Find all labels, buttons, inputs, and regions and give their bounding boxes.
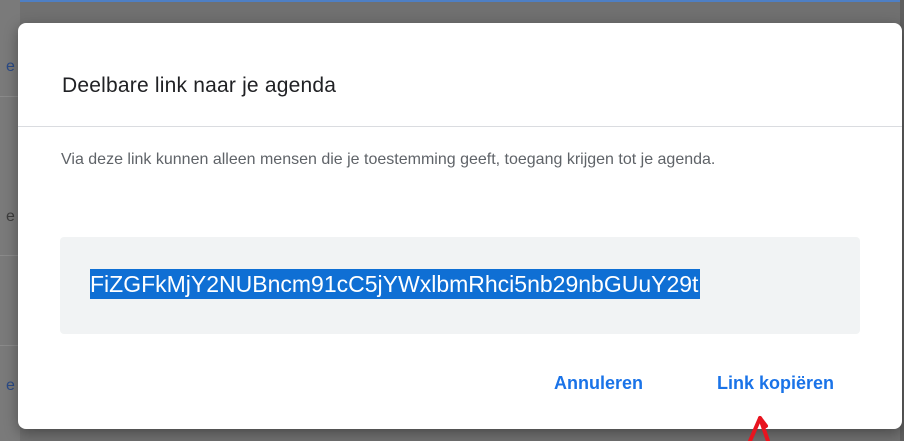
dialog-description: Via deze link kunnen alleen mensen die j…	[61, 151, 716, 168]
link-field[interactable]: FiZGFkMjY2NUBncm91cC5jYWxlbmRhci5nb29nbG…	[60, 237, 860, 334]
window-top-border	[0, 0, 904, 2]
dialog-divider	[18, 126, 902, 127]
cancel-button[interactable]: Annuleren	[548, 369, 649, 398]
background-divider	[0, 255, 20, 256]
dialog-title: Deelbare link naar je agenda	[62, 74, 337, 97]
background-divider	[0, 345, 20, 346]
background-text-fragment: e	[6, 58, 15, 75]
share-link-dialog: Deelbare link naar je agenda Via deze li…	[18, 23, 902, 429]
background-divider	[0, 96, 20, 97]
red-arrow-annotation-icon	[748, 416, 770, 441]
background-text-fragment: e	[6, 208, 15, 225]
background-text-fragment: e	[6, 377, 15, 394]
link-value-selected[interactable]: FiZGFkMjY2NUBncm91cC5jYWxlbmRhci5nb29nbG…	[90, 269, 701, 299]
copy-link-button[interactable]: Link kopiëren	[711, 369, 840, 398]
